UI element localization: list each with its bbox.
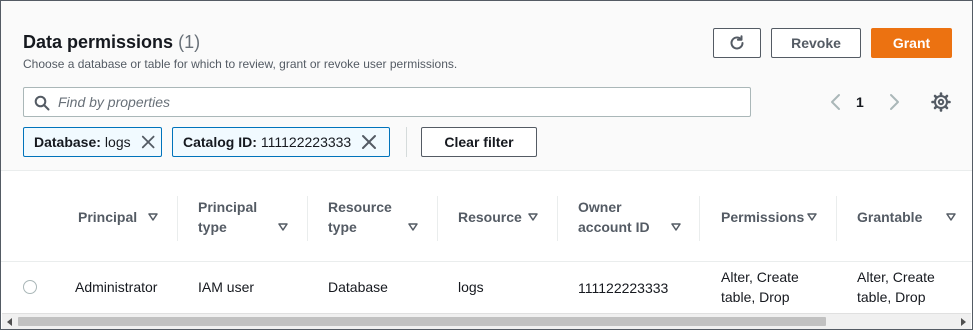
refresh-icon — [730, 35, 744, 50]
close-icon[interactable] — [361, 134, 377, 150]
current-page-number[interactable]: 1 — [856, 94, 864, 110]
cell-principal-type: IAM user — [198, 279, 255, 295]
revoke-button[interactable]: Revoke — [771, 28, 861, 58]
horizontal-scrollbar[interactable] — [2, 313, 971, 329]
cell-grantable: Alter, Create table, Drop — [857, 267, 935, 307]
scrollbar-thumb[interactable] — [18, 317, 826, 326]
sort-down-icon — [946, 213, 956, 221]
title-count: (1) — [178, 32, 201, 52]
column-divider — [836, 196, 837, 241]
gear-icon[interactable] — [931, 92, 951, 112]
grant-button[interactable]: Grant — [871, 28, 952, 58]
cell-resource: logs — [458, 279, 484, 295]
filter-token-catalog-id: Catalog ID: 111122223333 — [172, 127, 390, 157]
filter-token-value: logs — [104, 134, 131, 150]
sort-down-icon — [408, 223, 418, 231]
close-icon[interactable] — [141, 134, 155, 150]
column-header-resource-type[interactable]: Resource type — [328, 186, 428, 248]
column-label-line2: type — [328, 219, 357, 235]
cell-permissions-line1: Alter, Create — [721, 269, 799, 285]
column-label-line2: account ID — [578, 219, 650, 235]
filter-token-database: Database: logs — [23, 127, 162, 157]
refresh-button[interactable] — [713, 28, 761, 58]
cell-owner-account-id: 111122223333 — [578, 280, 669, 296]
scroll-right-arrow-icon[interactable] — [957, 316, 969, 328]
page-title: Data permissions (1) — [23, 32, 200, 53]
sort-down-icon — [278, 223, 288, 231]
filter-token-value: 111122223333 — [260, 134, 352, 150]
column-header-resource[interactable]: Resource — [458, 186, 548, 248]
page-description: Choose a database or table for which to … — [23, 57, 458, 71]
row-select-radio[interactable] — [23, 280, 37, 294]
column-header-grantable[interactable]: Grantable — [857, 186, 962, 248]
table-header-divider — [1, 261, 972, 262]
sort-down-icon — [807, 213, 817, 221]
cell-permissions: Alter, Create table, Drop — [721, 267, 799, 307]
column-label: Principal — [78, 209, 138, 225]
column-label: Permissions — [721, 209, 805, 225]
cell-permissions-line2: table, Drop — [721, 289, 790, 305]
column-header-permissions[interactable]: Permissions — [721, 186, 826, 248]
column-label: Principal — [198, 199, 258, 215]
chevron-right-icon[interactable] — [885, 91, 903, 113]
sort-down-icon — [528, 213, 538, 221]
column-divider — [437, 196, 438, 241]
data-permissions-panel: Data permissions (1) Choose a database o… — [0, 0, 973, 330]
column-label: Resource — [328, 199, 392, 215]
column-header-principal-type[interactable]: Principal type — [198, 186, 298, 248]
filter-token-key: Catalog ID: — [183, 134, 257, 150]
scroll-left-arrow-icon[interactable] — [4, 316, 16, 328]
search-field[interactable] — [23, 87, 751, 117]
column-label: Grantable — [857, 209, 923, 225]
column-label-line2: type — [198, 219, 227, 235]
panel-header: Data permissions (1) Choose a database o… — [1, 1, 972, 171]
filter-divider — [406, 127, 407, 157]
cell-grantable-line2: table, Drop — [857, 289, 926, 305]
title-text: Data permissions — [23, 32, 174, 52]
cell-resource-type: Database — [328, 279, 388, 295]
sort-down-icon — [148, 213, 158, 221]
sort-down-icon — [671, 223, 681, 231]
column-divider — [307, 196, 308, 241]
filter-token-key: Database: — [34, 134, 101, 150]
search-icon — [34, 95, 50, 111]
chevron-left-icon[interactable] — [827, 91, 845, 113]
column-header-owner-account-id[interactable]: Owner account ID — [578, 186, 688, 248]
cell-principal: Administrator — [75, 279, 158, 295]
column-divider — [557, 196, 558, 241]
cell-grantable-line1: Alter, Create — [857, 269, 935, 285]
column-header-principal[interactable]: Principal — [78, 186, 168, 248]
column-label: Owner — [578, 199, 622, 215]
column-label: Resource — [458, 209, 522, 225]
search-input[interactable] — [58, 88, 738, 116]
column-divider — [177, 196, 178, 241]
column-divider — [699, 196, 700, 241]
table-header: Principal Principal type Resource type R… — [1, 186, 972, 248]
clear-filter-button[interactable]: Clear filter — [421, 127, 537, 157]
